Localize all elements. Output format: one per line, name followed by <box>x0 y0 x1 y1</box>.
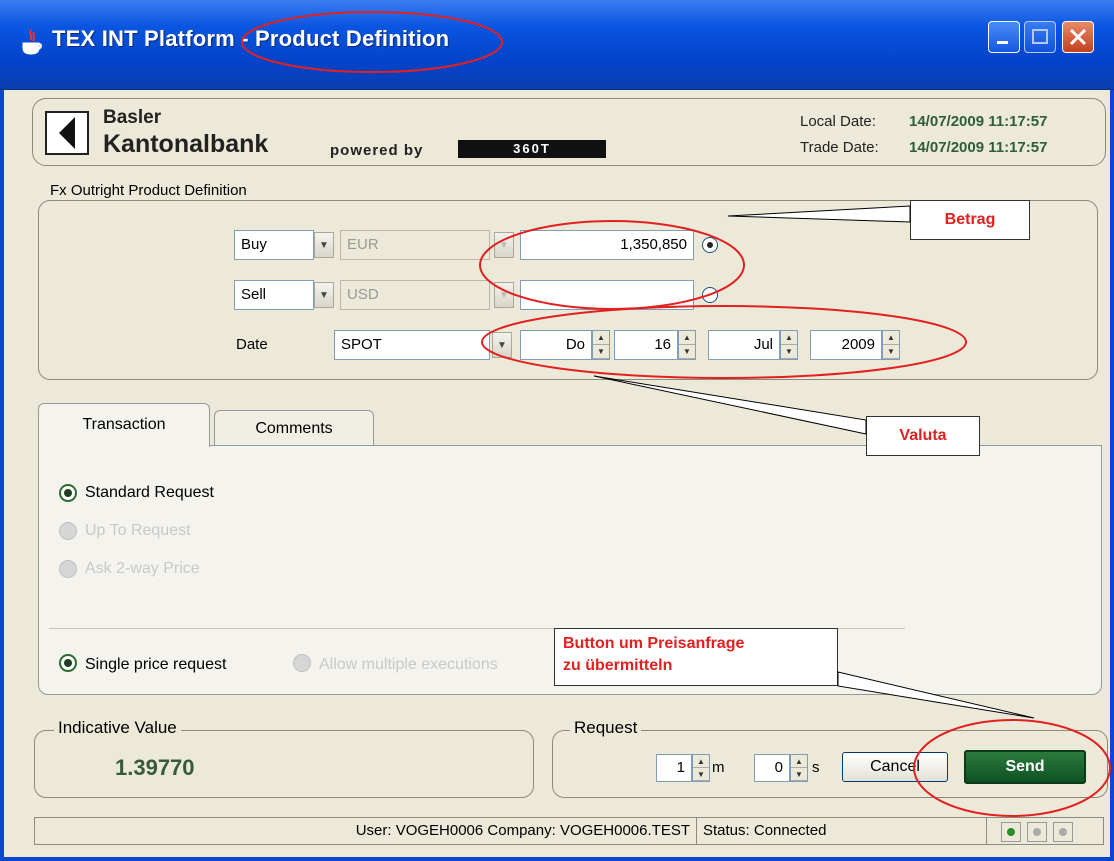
close-icon <box>1069 28 1087 46</box>
chevron-down-icon[interactable]: ▼ <box>492 332 512 358</box>
ask-two-way-radio <box>59 560 77 578</box>
status-led-icon <box>1027 822 1047 842</box>
buy-sell-select-1[interactable]: Buy <box>234 230 314 260</box>
year-spinner[interactable]: ▲ ▼ <box>882 330 900 360</box>
indicative-value-panel: 1.39770 <box>34 730 534 798</box>
annotation-valuta: Valuta <box>866 416 980 456</box>
status-user: User: VOGEH0006 Company: VOGEH0006.TEST <box>35 818 697 844</box>
date-label: Date <box>236 336 268 353</box>
chevron-down-icon: ▼ <box>494 282 514 308</box>
request-legend: Request <box>570 718 642 738</box>
amount-radio-2[interactable] <box>702 287 718 303</box>
seconds-input[interactable]: 0 <box>754 754 790 782</box>
currency-select-2: USD <box>340 280 490 310</box>
day-name-field[interactable]: Do <box>520 330 592 360</box>
minutes-spinner[interactable]: ▲ ▼ <box>692 754 710 782</box>
month-spinner[interactable]: ▲ ▼ <box>780 330 798 360</box>
chevron-down-icon[interactable]: ▼ <box>314 282 334 308</box>
seconds-spinner[interactable]: ▲ ▼ <box>790 754 808 782</box>
status-connection: Status: Connected <box>697 818 987 844</box>
minimize-button[interactable] <box>988 21 1020 53</box>
header-panel: Basler Kantonalbank powered by 360T Loca… <box>32 98 1106 166</box>
close-button[interactable] <box>1062 21 1094 53</box>
annotation-send-line2: zu übermitteln <box>563 657 673 674</box>
standard-request-radio[interactable] <box>59 484 77 502</box>
indicative-value: 1.39770 <box>115 755 195 780</box>
amount-input-1[interactable]: 1,350,850 <box>520 230 694 260</box>
indicative-legend: Indicative Value <box>54 718 181 738</box>
month-field[interactable]: Jul <box>708 330 780 360</box>
amount-radio-1[interactable] <box>702 237 718 253</box>
maximize-button[interactable] <box>1024 21 1056 53</box>
connection-led-icon <box>1001 822 1021 842</box>
day-name-spinner[interactable]: ▲ ▼ <box>592 330 610 360</box>
fx-outright-legend: Fx Outright Product Definition <box>46 182 251 199</box>
minutes-input[interactable]: 1 <box>656 754 692 782</box>
standard-request-label[interactable]: Standard Request <box>85 484 214 502</box>
seconds-unit: s <box>812 759 820 776</box>
powered-by-label: powered by <box>330 142 424 159</box>
single-price-radio[interactable] <box>59 654 77 672</box>
minutes-unit: m <box>712 759 725 776</box>
day-spinner[interactable]: ▲ ▼ <box>678 330 696 360</box>
status-bar: User: VOGEH0006 Company: VOGEH0006.TEST … <box>34 817 1104 845</box>
tab-transaction[interactable]: Transaction <box>38 403 210 447</box>
bank-name-line2: Kantonalbank <box>103 130 269 158</box>
trade-date-label: Trade Date: <box>800 139 879 156</box>
annotation-send-button: Button um Preisanfrage zu übermitteln <box>554 628 838 686</box>
maximize-icon <box>1032 29 1048 44</box>
multiple-exec-radio <box>293 654 311 672</box>
chevron-down-icon[interactable]: ▼ <box>314 232 334 258</box>
annotation-send-line1: Button um Preisanfrage <box>563 635 745 652</box>
currency-select-1: EUR <box>340 230 490 260</box>
title-bar[interactable]: TEX INT Platform - Product Definition <box>0 0 1114 90</box>
buy-sell-select-2[interactable]: Sell <box>234 280 314 310</box>
bank-logo <box>45 111 89 155</box>
up-to-request-radio <box>59 522 77 540</box>
tenor-select[interactable]: SPOT <box>334 330 490 360</box>
360t-logo: 360T <box>458 140 606 158</box>
minimize-icon <box>997 41 1008 44</box>
send-button[interactable]: Send <box>964 750 1086 784</box>
bank-name-line1: Basler <box>103 107 162 128</box>
trade-date-value: 14/07/2009 11:17:57 <box>909 139 1048 156</box>
amount-input-2[interactable] <box>520 280 694 310</box>
day-field[interactable]: 16 <box>614 330 678 360</box>
annotation-betrag: Betrag <box>910 200 1030 240</box>
ask-two-way-label: Ask 2-way Price <box>85 560 200 577</box>
year-field[interactable]: 2009 <box>810 330 882 360</box>
single-price-label[interactable]: Single price request <box>85 656 226 674</box>
up-to-request-label: Up To Request <box>85 522 191 539</box>
multiple-exec-label: Allow multiple executions <box>319 656 498 673</box>
chevron-down-icon: ▼ <box>494 232 514 258</box>
tab-comments[interactable]: Comments <box>214 410 374 446</box>
local-date-value: 14/07/2009 11:17:57 <box>909 113 1048 130</box>
bank-logo-icon <box>59 117 75 149</box>
java-icon <box>22 29 42 55</box>
local-date-label: Local Date: <box>800 113 876 130</box>
status-led-icon <box>1053 822 1073 842</box>
cancel-button[interactable]: Cancel <box>842 752 948 782</box>
window-title: TEX INT Platform - Product Definition <box>52 26 450 51</box>
